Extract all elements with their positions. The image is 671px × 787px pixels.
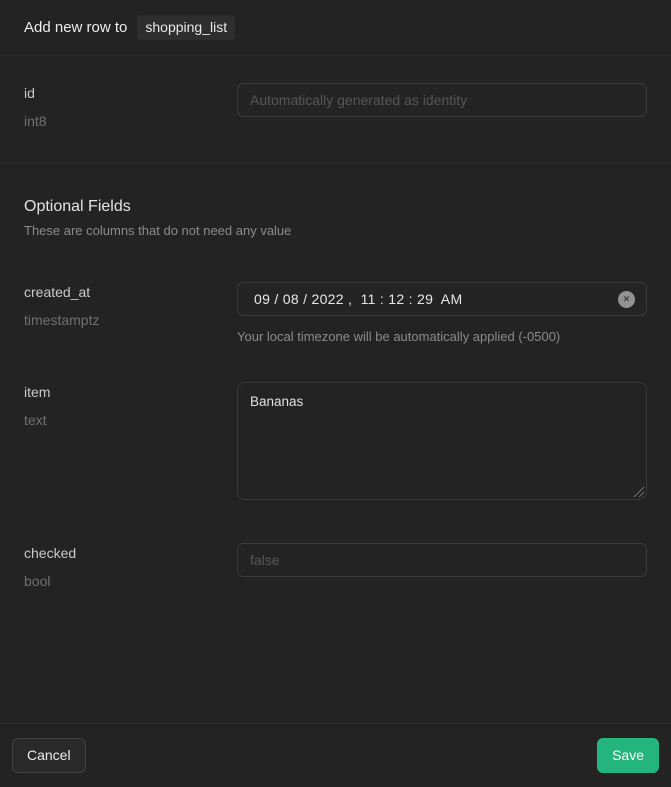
field-name-id: id	[24, 83, 237, 103]
table-name-badge: shopping_list	[137, 15, 235, 40]
save-button[interactable]: Save	[597, 738, 659, 773]
field-type-created-at: timestamptz	[24, 310, 237, 330]
field-type-checked: bool	[24, 571, 237, 591]
optional-fields-list: created_at timestamptz 09 / 08 / 2022 , …	[24, 282, 647, 591]
field-type-id: int8	[24, 111, 237, 131]
created-at-datetime-input[interactable]: 09 / 08 / 2022 , 11 : 12 : 29 AM ✕	[237, 282, 647, 316]
field-row-id: id int8	[24, 83, 647, 131]
optional-fields-section: Optional Fields These are columns that d…	[0, 163, 671, 723]
field-labels-created-at: created_at timestamptz	[24, 282, 237, 330]
field-name-created-at: created_at	[24, 282, 237, 302]
created-at-value: 09 / 08 / 2022 , 11 : 12 : 29 AM	[254, 291, 462, 307]
field-labels-checked: checked bool	[24, 543, 237, 591]
add-row-panel: Add new row to shopping_list id int8 Opt…	[0, 0, 671, 787]
panel-header: Add new row to shopping_list	[0, 0, 671, 56]
item-textarea[interactable]: Bananas	[237, 382, 647, 500]
field-control-created-at: 09 / 08 / 2022 , 11 : 12 : 29 AM ✕ Your …	[237, 282, 647, 346]
panel-footer: Cancel Save	[0, 723, 671, 787]
cancel-button[interactable]: Cancel	[12, 738, 86, 773]
id-input[interactable]	[237, 83, 647, 117]
field-control-item: Bananas	[237, 382, 647, 500]
panel-title: Add new row to	[24, 19, 127, 36]
field-name-item: item	[24, 382, 237, 402]
field-type-item: text	[24, 410, 237, 430]
optional-section-subtitle: These are columns that do not need any v…	[24, 222, 647, 240]
field-row-item: item text Bananas	[24, 382, 647, 500]
field-name-checked: checked	[24, 543, 237, 563]
clear-datetime-icon[interactable]: ✕	[618, 291, 635, 308]
field-row-created-at: created_at timestamptz 09 / 08 / 2022 , …	[24, 282, 647, 346]
field-labels-item: item text	[24, 382, 237, 430]
optional-section-heading: Optional Fields	[24, 197, 647, 217]
field-control-checked	[237, 543, 647, 577]
required-fields-section: id int8	[0, 56, 671, 163]
field-labels-id: id int8	[24, 83, 237, 131]
field-control-id	[237, 83, 647, 117]
field-row-checked: checked bool	[24, 543, 647, 591]
created-at-helper-text: Your local timezone will be automaticall…	[237, 328, 647, 346]
checked-input[interactable]	[237, 543, 647, 577]
